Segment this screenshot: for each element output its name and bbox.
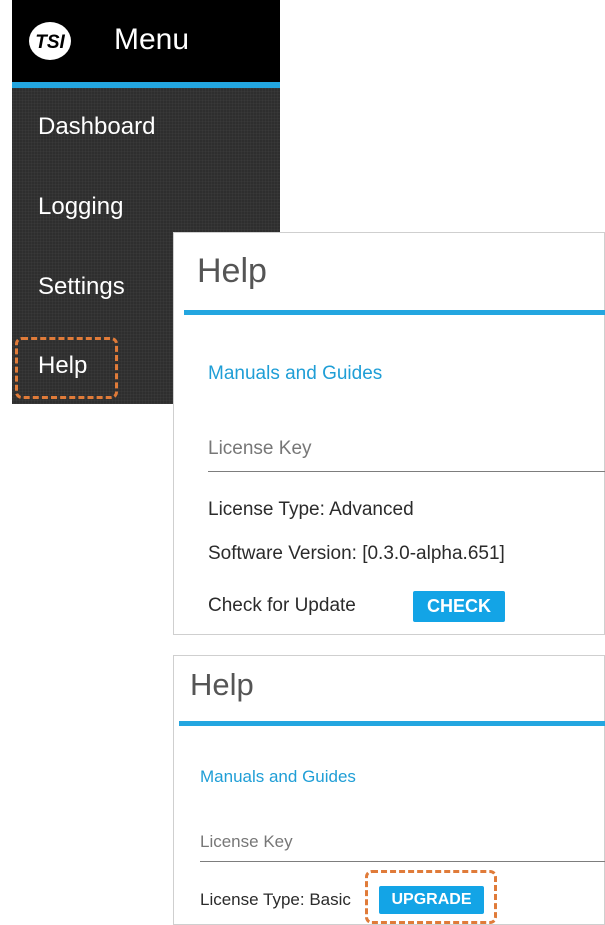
menu-item-help[interactable]: Help	[38, 351, 87, 381]
license-type-label: License Type: Advanced	[208, 499, 414, 520]
software-version-label: Software Version: [0.3.0-alpha.651]	[208, 543, 505, 564]
help-panel-basic: Help Manuals and Guides License Key Lice…	[173, 655, 605, 925]
manuals-guides-link[interactable]: Manuals and Guides	[208, 362, 382, 386]
menu-accent-bar	[12, 82, 280, 88]
menu-item-settings[interactable]: Settings	[38, 272, 125, 302]
license-key-field[interactable]: License Key	[200, 831, 293, 853]
panel-title: Help	[190, 667, 254, 702]
upgrade-button[interactable]: UPGRADE	[379, 886, 484, 914]
panel-accent-bar	[179, 721, 605, 726]
menu-header: TSI Menu	[12, 0, 280, 82]
license-key-field[interactable]: License Key	[208, 437, 312, 461]
manuals-guides-link[interactable]: Manuals and Guides	[200, 766, 356, 788]
check-button[interactable]: CHECK	[413, 591, 505, 622]
panel-title: Help	[197, 252, 267, 290]
svg-text:TSI: TSI	[35, 32, 65, 53]
check-update-label: Check for Update	[208, 595, 356, 616]
license-key-underline	[200, 861, 605, 862]
menu-title: Menu	[114, 23, 190, 56]
tsi-logo-icon: TSI	[29, 22, 71, 60]
help-panel-advanced: Help Manuals and Guides License Key Lice…	[173, 232, 605, 635]
panel-accent-bar	[184, 310, 605, 315]
menu-item-logging[interactable]: Logging	[38, 192, 123, 222]
menu-item-dashboard[interactable]: Dashboard	[38, 112, 155, 142]
license-key-underline	[208, 471, 605, 472]
license-type-label: License Type: Basic	[200, 890, 351, 909]
